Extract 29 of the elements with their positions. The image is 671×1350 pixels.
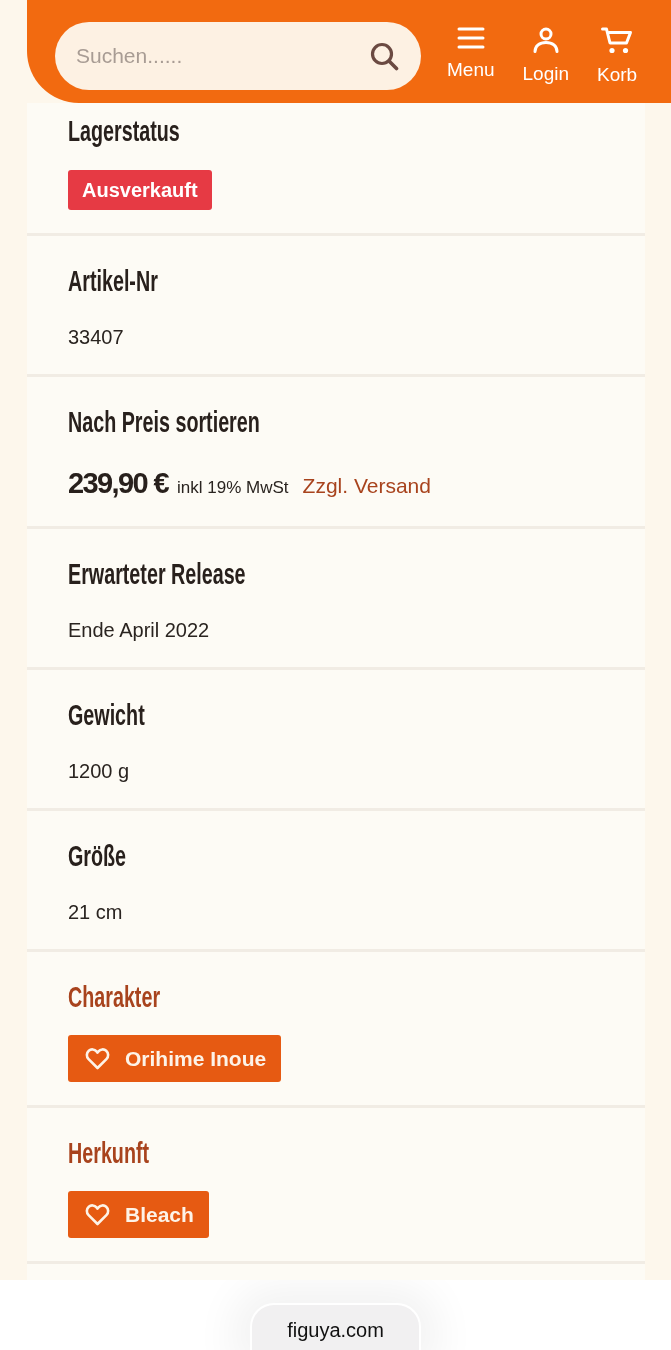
shipping-link[interactable]: Zzgl. Versand bbox=[302, 474, 431, 498]
cart-icon bbox=[601, 26, 634, 54]
heart-icon bbox=[85, 1047, 110, 1070]
menu-icon bbox=[456, 26, 485, 49]
tax-note: inkl 19% MwSt bbox=[177, 478, 289, 498]
detail-title: Artikel-Nr bbox=[68, 265, 158, 297]
url-bar[interactable]: figuya.com bbox=[250, 1303, 421, 1350]
detail-link-title[interactable]: Charakter bbox=[68, 981, 161, 1013]
heart-icon bbox=[85, 1203, 110, 1226]
stock-badge: Ausverkauft bbox=[68, 170, 212, 210]
detail-link-title[interactable]: Herkunft bbox=[68, 1137, 150, 1169]
detail-title: Gewicht bbox=[68, 699, 145, 731]
nav-button[interactable]: Menu bbox=[447, 26, 495, 86]
price: 239,90 € bbox=[68, 467, 169, 500]
detail-value: 21 cm bbox=[68, 900, 124, 925]
search-icon[interactable] bbox=[370, 42, 399, 71]
search-field[interactable]: Suchen...... bbox=[55, 22, 421, 90]
tag-button[interactable]: Orihime Inoue bbox=[68, 1035, 282, 1082]
detail-value: Ende April 2022 bbox=[68, 618, 211, 643]
nav-button[interactable]: Korb bbox=[597, 26, 638, 86]
tag-button[interactable]: Bleach bbox=[68, 1191, 209, 1238]
detail-value: 33407 bbox=[68, 325, 125, 350]
detail-title: Erwarteter Release bbox=[68, 558, 246, 590]
detail-title: Größe bbox=[68, 840, 127, 872]
detail-title: Lagerstatus bbox=[68, 115, 180, 147]
detail-title: Nach Preis sortieren bbox=[68, 406, 260, 438]
nav-button[interactable]: Login bbox=[522, 26, 570, 86]
user-icon bbox=[532, 26, 559, 53]
detail-value: 1200 g bbox=[68, 759, 131, 784]
